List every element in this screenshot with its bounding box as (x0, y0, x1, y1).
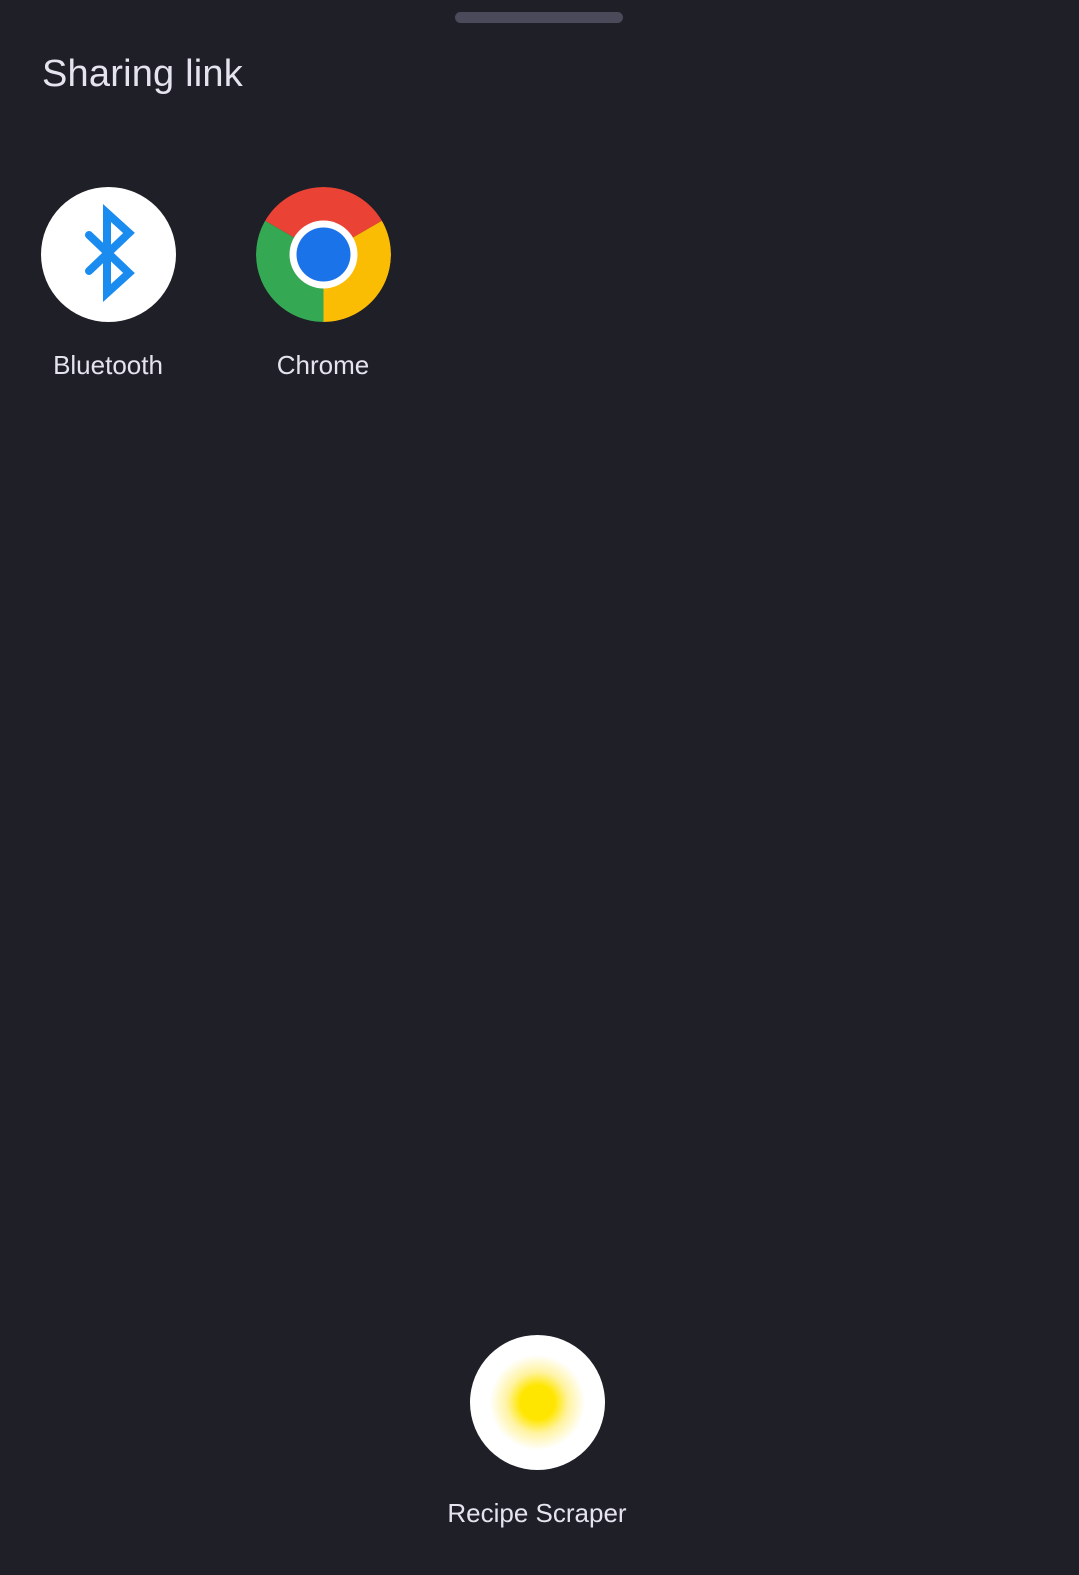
recipe-scraper-icon (469, 1335, 605, 1470)
share-sheet: Sharing link Bluetooth Chrome Recipe Scr… (0, 0, 1079, 1575)
share-target-bluetooth[interactable]: Bluetooth (18, 187, 198, 382)
share-target-label: Recipe Scraper (447, 1498, 627, 1528)
drag-handle[interactable] (455, 12, 623, 23)
sheet-title: Sharing link (42, 53, 243, 95)
share-target-chrome[interactable]: Chrome (233, 187, 413, 382)
share-target-label: Chrome (276, 350, 370, 380)
share-target-label: Bluetooth (53, 350, 163, 380)
share-target-recipe-scraper[interactable]: Recipe Scraper (447, 1335, 627, 1530)
chrome-icon (255, 187, 391, 322)
bluetooth-icon (40, 187, 176, 322)
